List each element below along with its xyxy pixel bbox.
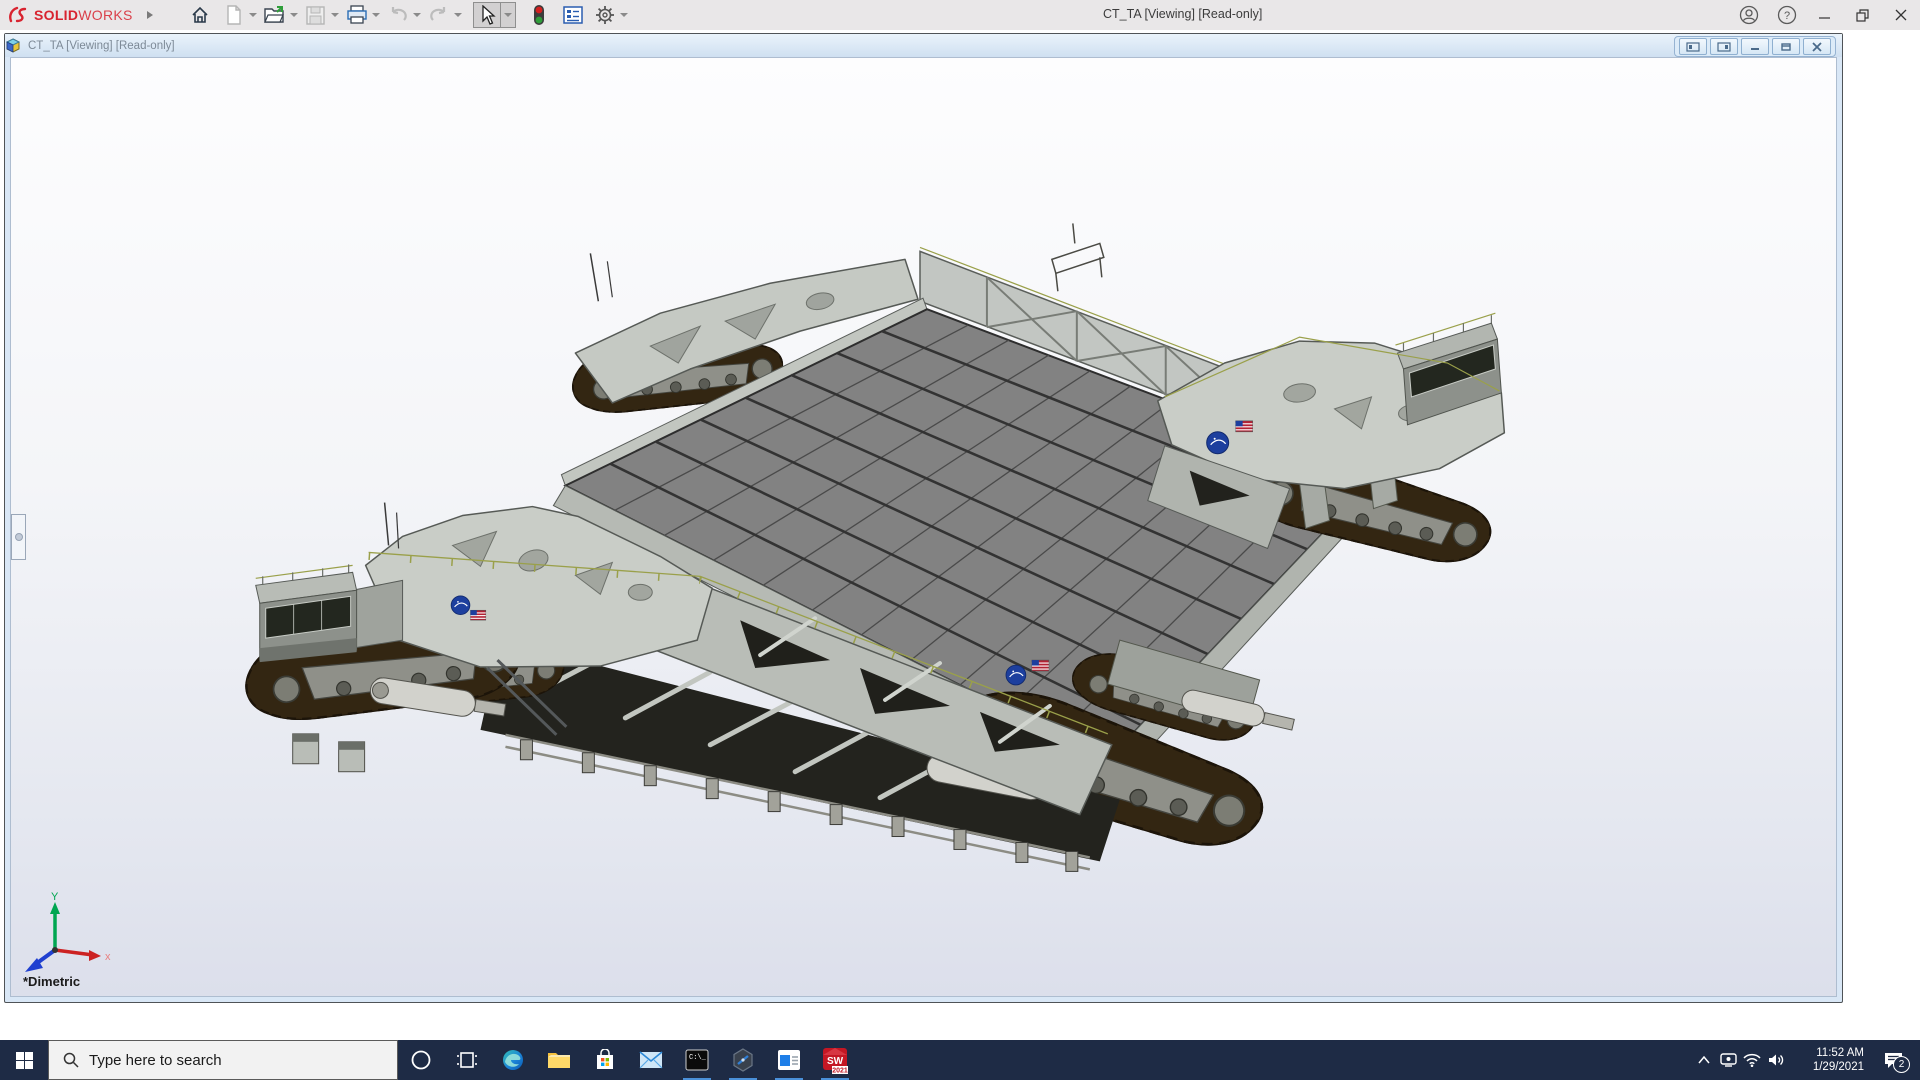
settings-button[interactable] — [592, 3, 618, 27]
brand-solid: SOLID — [34, 7, 78, 23]
close-button[interactable] — [1882, 0, 1920, 30]
select-tool-button[interactable] — [473, 2, 501, 28]
top-platform — [1052, 223, 1104, 291]
print-caret[interactable] — [372, 13, 380, 17]
tray-time: 11:52 AM — [1794, 1046, 1864, 1060]
svg-text:2021: 2021 — [832, 1067, 848, 1074]
taskbar-app-window[interactable] — [766, 1040, 812, 1080]
taskbar-app-edge[interactable] — [490, 1040, 536, 1080]
svg-text:x: x — [105, 951, 111, 963]
account-icon[interactable] — [1730, 0, 1768, 30]
crawler-model — [11, 58, 1836, 996]
svg-text:?: ? — [1784, 10, 1790, 22]
taskbar-app-mail[interactable] — [628, 1040, 674, 1080]
doc-close-button[interactable] — [1803, 38, 1831, 55]
graphics-viewport[interactable]: Y x *Dimetric — [10, 57, 1837, 997]
solidworks-logo-icon — [8, 6, 34, 24]
taskbar-app-task-view[interactable] — [444, 1040, 490, 1080]
taskbar-app-file-explorer[interactable] — [536, 1040, 582, 1080]
solidworks-logo: SOLIDWORKS — [8, 6, 133, 24]
open-button[interactable] — [262, 3, 288, 27]
save-button[interactable] — [303, 3, 329, 27]
document-titlebar[interactable]: CT_TA [Viewing] [Read-only] — [5, 34, 1842, 57]
open-caret[interactable] — [290, 13, 298, 17]
tray-meet-now-icon[interactable] — [1716, 1040, 1740, 1080]
svg-text:Y: Y — [51, 891, 59, 903]
new-document-button[interactable] — [221, 3, 247, 27]
taskbar: Type here to search C:\_ — [0, 1040, 1920, 1080]
undo-caret[interactable] — [413, 13, 421, 17]
document-window-buttons — [1674, 36, 1836, 57]
action-center-button[interactable]: 2 — [1872, 1040, 1914, 1080]
minimize-button[interactable] — [1806, 0, 1844, 30]
doc-minimize-button[interactable] — [1741, 38, 1769, 55]
taskbar-app-store[interactable] — [582, 1040, 628, 1080]
screen: SOLIDWORKS — [0, 0, 1920, 1080]
restore-button[interactable] — [1844, 0, 1882, 30]
help-icon[interactable]: ? — [1768, 0, 1806, 30]
task-pane-button[interactable] — [560, 3, 586, 27]
tray-date: 1/29/2021 — [1794, 1060, 1864, 1074]
settings-caret[interactable] — [620, 13, 628, 17]
feature-pane-splitter[interactable] — [11, 514, 26, 560]
taskbar-clock[interactable]: 11:52 AM 1/29/2021 — [1794, 1046, 1864, 1074]
doc-restore-button[interactable] — [1772, 38, 1800, 55]
app-title: CT_TA [Viewing] [Read-only] — [1103, 7, 1262, 21]
document-title: CT_TA [Viewing] [Read-only] — [28, 40, 175, 52]
design-checker-button[interactable] — [526, 3, 552, 27]
taskbar-app-solidworks[interactable]: SW2021 — [812, 1040, 858, 1080]
taskbar-app-hexagon[interactable] — [720, 1040, 766, 1080]
search-input[interactable]: Type here to search — [48, 1040, 398, 1080]
undo-button[interactable] — [385, 3, 411, 27]
assembly-icon — [5, 38, 22, 54]
tray-wifi-icon[interactable] — [1740, 1040, 1764, 1080]
mdi-background: CT_TA [Viewing] [Read-only] — [0, 30, 1920, 1040]
taskbar-app-cortana[interactable] — [398, 1040, 444, 1080]
start-button[interactable] — [0, 1040, 48, 1080]
brand-works: WORKS — [78, 7, 132, 23]
document-window: CT_TA [Viewing] [Read-only] — [4, 33, 1843, 1003]
svg-text:SW: SW — [827, 1056, 844, 1067]
app-titlebar: SOLIDWORKS — [0, 0, 1920, 31]
home-button[interactable] — [187, 3, 213, 27]
toolbar-expand-arrow[interactable] — [147, 11, 153, 19]
redo-button[interactable] — [426, 3, 452, 27]
redo-caret[interactable] — [454, 13, 462, 17]
save-caret[interactable] — [331, 13, 339, 17]
system-tray: 11:52 AM 1/29/2021 2 — [1692, 1040, 1920, 1080]
print-button[interactable] — [344, 3, 370, 27]
select-tool-caret[interactable] — [501, 2, 516, 28]
taskbar-app-command-prompt[interactable]: C:\_ — [674, 1040, 720, 1080]
new-document-caret[interactable] — [249, 13, 257, 17]
orientation-triad: Y x — [17, 888, 113, 974]
pane-toggle-left-button[interactable] — [1679, 38, 1707, 55]
search-placeholder: Type here to search — [89, 1052, 222, 1069]
pane-toggle-right-button[interactable] — [1710, 38, 1738, 55]
tray-volume-icon[interactable] — [1764, 1040, 1788, 1080]
view-orientation-label: *Dimetric — [23, 974, 80, 989]
notification-badge: 2 — [1893, 1056, 1910, 1073]
tray-chevron-up-icon[interactable] — [1692, 1040, 1716, 1080]
svg-text:C:\_: C:\_ — [689, 1054, 707, 1062]
search-icon — [63, 1052, 79, 1068]
